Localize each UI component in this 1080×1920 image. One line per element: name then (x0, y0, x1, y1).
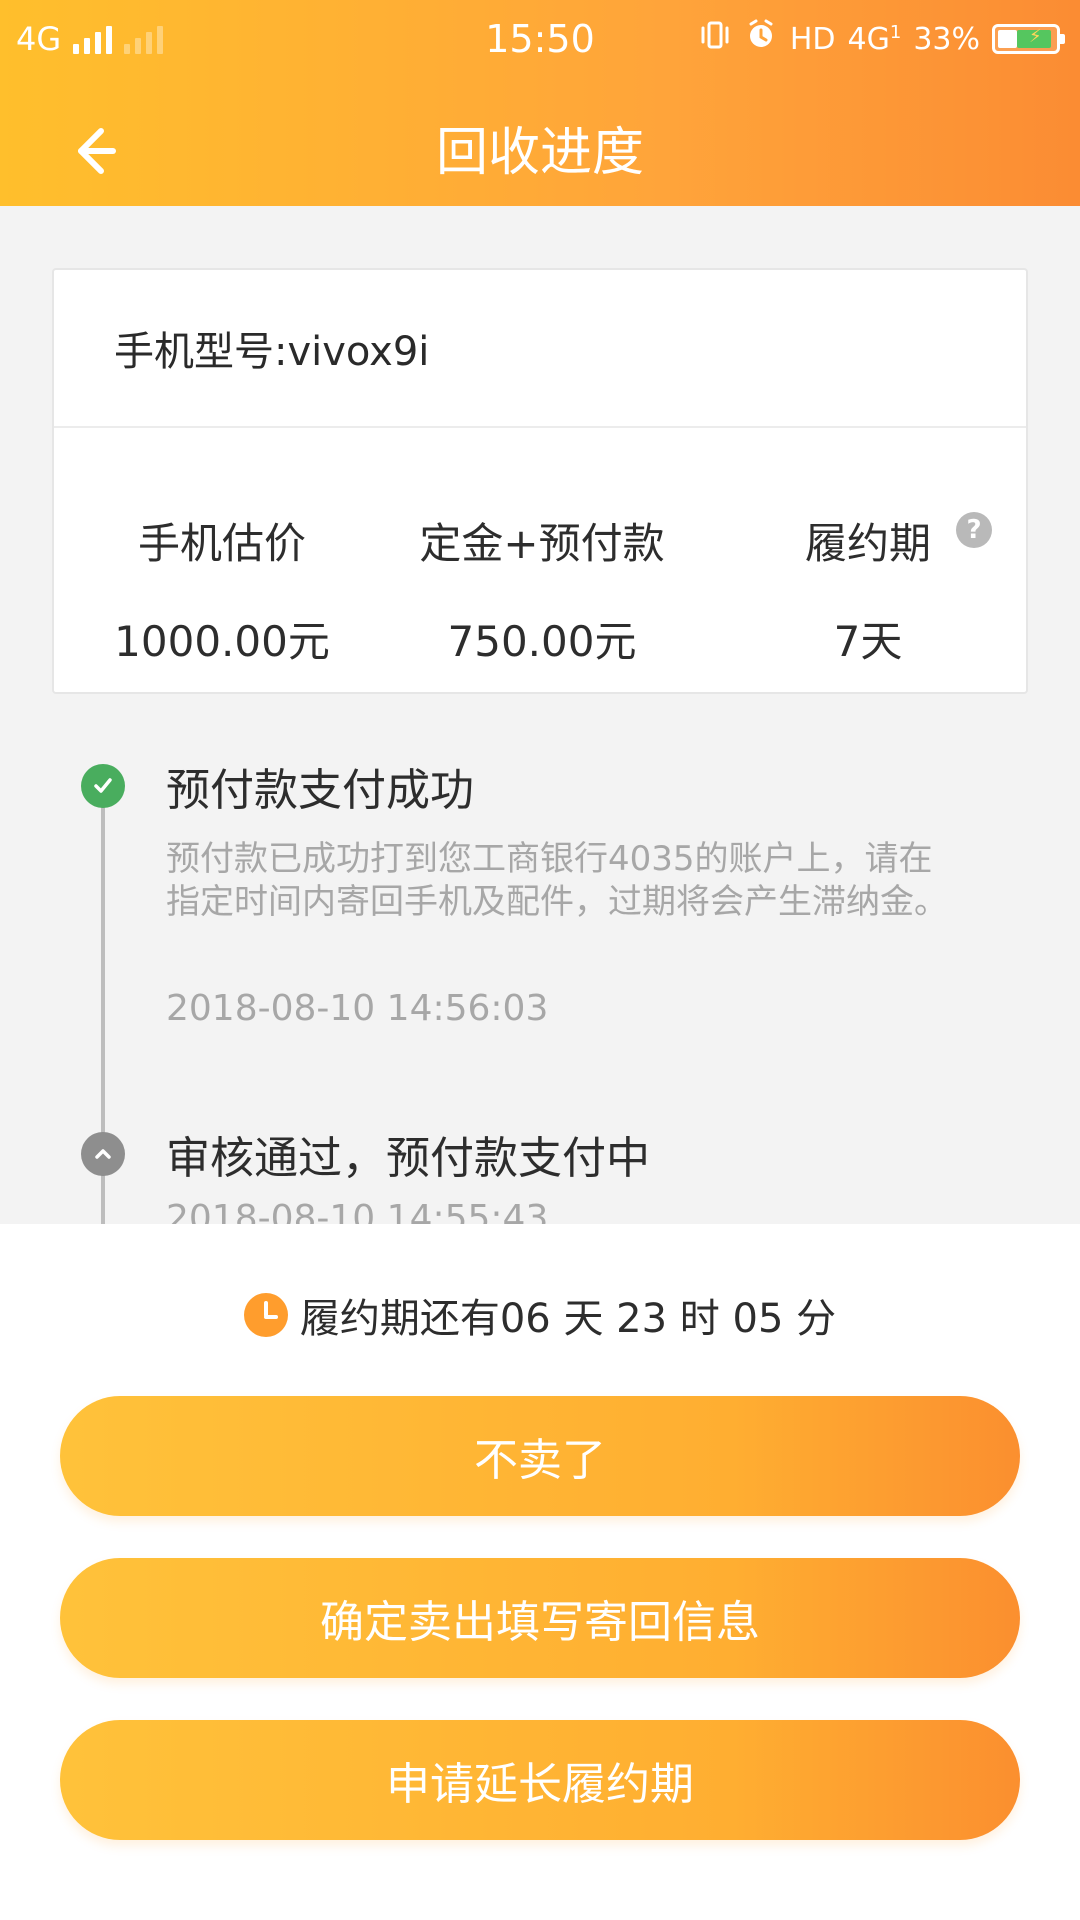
status-right: HD 4G1 33% ⚡ (698, 14, 1065, 64)
progress-timeline: 预付款支付成功 预付款已成功打到您工商银行4035的账户上，请在指定时间内寄回手… (0, 730, 1080, 1239)
deposit-label: 定金+预付款 (419, 519, 665, 568)
confirm-sell-button[interactable]: 确定卖出填写寄回信息 (60, 1558, 1020, 1678)
network-4g-label: 4G (847, 21, 890, 57)
page-title: 回收进度 (435, 123, 644, 183)
extend-period-button[interactable]: 申请延长履约期 (60, 1720, 1020, 1840)
secondary-signal-icon (124, 24, 164, 54)
vibration-icon (698, 20, 732, 58)
deposit-stat: 定金+预付款 750.00元 (392, 430, 692, 694)
period-value: 7天 (833, 617, 903, 666)
estimate-stat: 手机估价 1000.00元 (96, 430, 348, 694)
battery-percent: 33% (913, 21, 980, 57)
timeline-item-description: 预付款已成功打到您工商银行4035的账户上，请在指定时间内寄回手机及配件，过期将… (166, 839, 948, 922)
status-time: 15:50 (485, 17, 595, 61)
help-icon[interactable]: ? (956, 512, 992, 548)
estimate-value: 1000.00元 (114, 617, 330, 666)
timeline-item-title: 预付款支付成功 (166, 765, 474, 816)
success-check-icon (81, 764, 125, 808)
signal-icon (73, 24, 113, 54)
battery-icon: ⚡ (992, 24, 1065, 54)
phone-model-row: 手机型号:vivox9i (54, 270, 1026, 428)
collapse-chevron-icon (81, 1132, 125, 1176)
cancel-sale-button[interactable]: 不卖了 (60, 1396, 1020, 1516)
recycle-progress-page: 4G 15:50 HD 4G1 33% ⚡ 回收进度 手机型号:vivox9i … (0, 0, 1080, 1920)
hd-label: HD (789, 21, 836, 57)
header: 4G 15:50 HD 4G1 33% ⚡ 回收进度 (0, 0, 1080, 206)
network-label-left: 4G (16, 20, 62, 58)
timeline-item-title: 审核通过，预付款支付中 (166, 1133, 650, 1184)
phone-model-text: 手机型号:vivox9i (114, 329, 430, 375)
countdown-text: 履约期还有06 天 23 时 05 分 (299, 1296, 837, 1342)
phone-info-card: 手机型号:vivox9i 手机估价 1000.00元 定金+预付款 750.00… (52, 268, 1028, 694)
status-left: 4G (16, 14, 164, 64)
period-stat: 履约期 7天 (778, 430, 958, 694)
bottom-action-panel: 履约期还有06 天 23 时 05 分 不卖了 确定卖出填写寄回信息 申请延长履… (0, 1224, 1080, 1920)
countdown-row: 履约期还有06 天 23 时 05 分 (0, 1286, 1080, 1344)
alarm-icon (744, 18, 778, 60)
period-label: 履约期 (804, 519, 931, 568)
stats-row: 手机估价 1000.00元 定金+预付款 750.00元 履约期 7天 ? (54, 430, 1026, 694)
network-4g-sup: 1 (889, 21, 902, 43)
clock-icon (243, 1293, 288, 1337)
timeline-item-time: 2018-08-10 14:56:03 (166, 988, 549, 1029)
network-label-right: 4G1 (848, 22, 902, 57)
estimate-label: 手机估价 (137, 519, 306, 568)
deposit-value: 750.00元 (447, 617, 637, 666)
